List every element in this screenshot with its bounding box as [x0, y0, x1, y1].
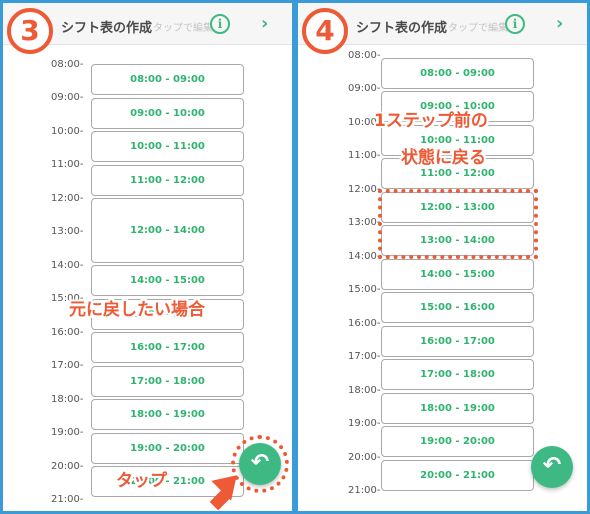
- time-label: 18:00-: [51, 394, 84, 405]
- time-label: 12:00-: [348, 184, 381, 195]
- undo-button[interactable]: ↶: [531, 446, 573, 488]
- shift-slot[interactable]: 17:00 - 18:00: [381, 359, 534, 390]
- header-hint: タップで編集: [153, 23, 213, 34]
- shift-slot[interactable]: 19:00 - 20:00: [381, 426, 534, 457]
- info-icon[interactable]: i: [210, 14, 230, 34]
- undo-button[interactable]: ↶: [239, 443, 281, 485]
- time-label: 09:00-: [51, 92, 84, 103]
- tap-annotation: タップ: [116, 471, 167, 491]
- time-label: 09:00-: [348, 83, 381, 94]
- time-label: 08:00-: [348, 50, 381, 61]
- time-label: 17:00-: [348, 351, 381, 362]
- time-label: 17:00-: [51, 360, 84, 371]
- shift-slot[interactable]: 12:00 - 14:00: [91, 198, 244, 263]
- next-icon[interactable]: ›: [261, 13, 268, 34]
- time-label: 20:00-: [348, 452, 381, 463]
- shift-slot[interactable]: 10:00 - 11:00: [91, 131, 244, 162]
- shift-slot[interactable]: 18:00 - 19:00: [381, 393, 534, 424]
- shift-slot[interactable]: 19:00 - 20:00: [91, 433, 244, 464]
- shift-slot[interactable]: 16:00 - 17:00: [91, 332, 244, 363]
- time-label: 10:00-: [51, 126, 84, 137]
- restored-slots-highlight: [378, 189, 538, 259]
- undo-annotation: 元に戻したい場合: [69, 300, 205, 320]
- next-icon[interactable]: ›: [556, 13, 563, 34]
- time-label: 14:00-: [348, 251, 381, 262]
- time-label: 19:00-: [51, 427, 84, 438]
- step-number-badge: 4: [302, 8, 348, 54]
- shift-slot[interactable]: 11:00 - 12:00: [91, 165, 244, 196]
- time-label: 11:00-: [348, 150, 381, 161]
- shift-slot[interactable]: 09:00 - 10:00: [91, 98, 244, 129]
- shift-slot[interactable]: 14:00 - 15:00: [91, 265, 244, 296]
- page-title: シフト表の作成: [356, 21, 448, 36]
- shift-slot[interactable]: 08:00 - 09:00: [381, 58, 534, 89]
- shift-slot[interactable]: 18:00 - 19:00: [91, 399, 244, 430]
- time-label: 08:00-: [51, 59, 84, 70]
- time-label: 12:00-: [51, 193, 84, 204]
- restore-annotation-line2: 状態に戻る: [401, 148, 486, 168]
- header-hint: タップで編集: [448, 23, 508, 34]
- restore-annotation-line1: 1ステップ前の: [374, 111, 488, 131]
- time-label: 19:00-: [348, 418, 381, 429]
- shift-slot[interactable]: 17:00 - 18:00: [91, 366, 244, 397]
- time-label: 13:00-: [348, 217, 381, 228]
- page-title: シフト表の作成: [61, 21, 153, 36]
- left-panel: ‹ シフト表の作成 タップで編集 i › 3 08:00- 09:00- 10:…: [0, 0, 295, 514]
- time-label: 14:00-: [51, 260, 84, 271]
- time-label: 21:00-: [348, 485, 381, 496]
- time-label: 20:00-: [51, 461, 84, 472]
- time-label: 21:00-: [51, 494, 84, 505]
- step-number-badge: 3: [7, 8, 53, 54]
- shift-slot[interactable]: 16:00 - 17:00: [381, 326, 534, 357]
- time-label: 16:00-: [348, 318, 381, 329]
- time-label: 16:00-: [51, 327, 84, 338]
- right-panel: ‹ シフト表の作成 タップで編集 i › 4 08:00- 09:00- 10:…: [295, 0, 590, 514]
- time-label: 15:00-: [348, 284, 381, 295]
- info-icon[interactable]: i: [505, 14, 525, 34]
- time-label: 13:00-: [51, 226, 84, 237]
- time-label: 18:00-: [348, 385, 381, 396]
- shift-slot[interactable]: 14:00 - 15:00: [381, 259, 534, 290]
- shift-slot[interactable]: 08:00 - 09:00: [91, 64, 244, 95]
- shift-slot[interactable]: 15:00 - 16:00: [381, 292, 534, 323]
- shift-slot[interactable]: 20:00 - 21:00: [381, 460, 534, 491]
- time-label: 11:00-: [51, 159, 84, 170]
